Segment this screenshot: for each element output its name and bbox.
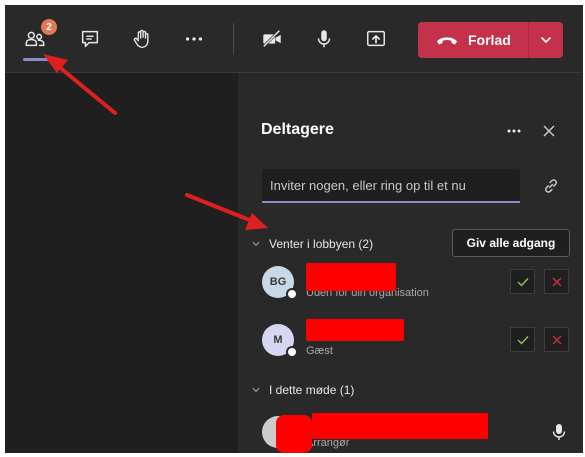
admit-all-button[interactable]: Giv alle adgang: [452, 229, 570, 257]
in-meeting-section-label: I dette møde (1): [269, 383, 355, 397]
link-icon: [545, 179, 557, 193]
chevron-down-icon: [250, 387, 262, 393]
lobby-participant[interactable]: BG Uden for din organisation: [238, 261, 583, 309]
panel-more-button[interactable]: [502, 119, 526, 143]
meeting-toolbar: 2 Forlad: [5, 5, 583, 73]
raise-hand-icon: [133, 29, 149, 48]
camera-off-icon: [262, 29, 281, 48]
in-meeting-section-header[interactable]: I dette møde (1): [250, 383, 354, 397]
presence-status-icon: [286, 346, 298, 358]
leave-options-button[interactable]: [529, 22, 563, 58]
close-icon: [543, 125, 555, 137]
mic-icon: [317, 30, 331, 48]
checkmark-icon: [517, 335, 529, 345]
panel-close-button[interactable]: [537, 119, 561, 143]
raise-hand-button[interactable]: [126, 23, 158, 55]
redacted-participant-name: [306, 319, 404, 341]
more-options-button[interactable]: [178, 23, 210, 55]
meeting-participant[interactable]: Arrangør: [238, 411, 583, 453]
share-screen-icon: [367, 30, 385, 47]
leave-label: Forlad: [468, 32, 511, 48]
microphone-toggle-button[interactable]: [308, 23, 340, 55]
invite-input[interactable]: [262, 169, 520, 203]
panel-title: Deltagere: [261, 121, 334, 138]
participants-button[interactable]: 2: [19, 19, 57, 61]
mic-icon: [552, 424, 566, 440]
participants-badge: 2: [41, 19, 57, 35]
hangup-icon: [437, 37, 457, 45]
share-screen-button[interactable]: [360, 23, 392, 55]
share-invite-link-button[interactable]: [539, 174, 563, 198]
admit-button[interactable]: [510, 327, 535, 352]
participant-role: Gæst: [306, 345, 333, 357]
more-icon: [185, 37, 203, 41]
close-icon: [552, 335, 561, 344]
deny-button[interactable]: [544, 269, 569, 294]
chevron-down-icon: [540, 36, 552, 44]
lobby-section-label: Venter i lobbyen (2): [269, 237, 374, 251]
redacted-participant-name: [306, 263, 396, 291]
close-icon: [552, 277, 561, 286]
admit-button[interactable]: [510, 269, 535, 294]
chat-button[interactable]: [74, 23, 106, 55]
chat-icon: [81, 30, 99, 48]
participants-panel: Deltagere Venter i: [238, 73, 583, 453]
camera-toggle-button[interactable]: [256, 23, 288, 55]
more-icon: [507, 129, 521, 133]
deny-button[interactable]: [544, 327, 569, 352]
toolbar-divider: [233, 23, 234, 55]
leave-main-action[interactable]: Forlad: [418, 22, 529, 58]
leave-meeting-button[interactable]: Forlad: [418, 22, 563, 58]
meeting-window: 2 Forlad Deltagere Inviter nogen, eller …: [5, 5, 583, 453]
redacted-participant-name: [312, 413, 488, 439]
chevron-down-icon: [250, 241, 262, 247]
lobby-participant[interactable]: M Gæst: [238, 319, 583, 367]
lobby-section-header[interactable]: Venter i lobbyen (2): [250, 237, 373, 251]
redacted-avatar: [276, 415, 312, 453]
checkmark-icon: [517, 277, 529, 287]
presence-status-icon: [286, 288, 298, 300]
